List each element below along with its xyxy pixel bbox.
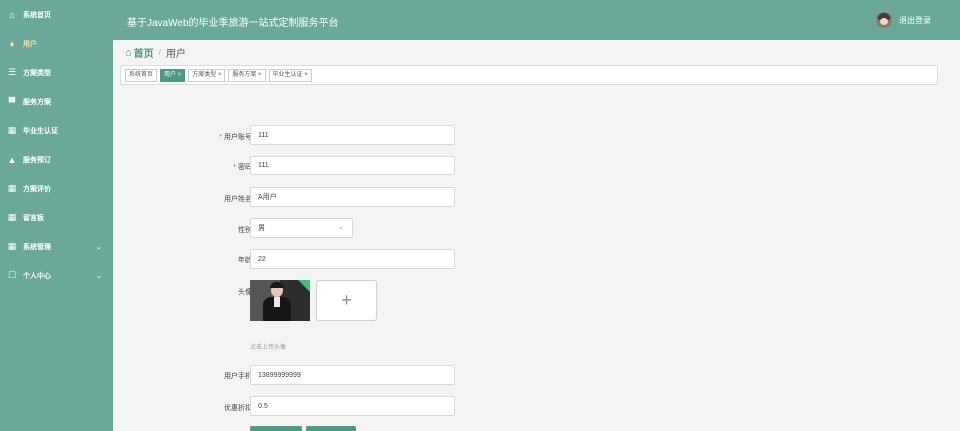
submit-button[interactable] — [250, 426, 302, 431]
phone-input[interactable]: 13899999999 — [250, 365, 455, 385]
sidebar-item-label: 毕业生认证 — [23, 127, 58, 135]
phone-label: 用户手机 — [224, 373, 252, 380]
app-title: 基于JavaWeb的毕业季旅游一站式定制服务平台 — [127, 18, 339, 29]
sidebar-item-label: 系统管理 — [23, 243, 51, 251]
menu-lines-icon: ☰ — [7, 67, 17, 77]
top-bar: 基于JavaWeb的毕业季旅游一站式定制服务平台 退出登录 — [113, 0, 960, 40]
avatar[interactable] — [876, 12, 892, 28]
sidebar: ⌂ 系统首页 ♦ 用户 ☰ 方案类型 ▀ 服务方案 ▦ 毕业生认证 ▲ 服务预订… — [0, 0, 113, 431]
age-input[interactable]: 22 — [250, 249, 455, 269]
gender-label: 性别 — [238, 227, 252, 234]
location-pin-icon: ♦ — [9, 38, 15, 49]
house-icon: ⌂ — [125, 46, 132, 59]
sidebar-item-label: 服务预订 — [23, 156, 51, 164]
account-input[interactable]: 111 — [250, 125, 455, 145]
tags-bar: 系统首页 用户 × 方案类型 × 服务方案 × 毕业生认证 × — [120, 65, 938, 85]
tag-graduate-cert[interactable]: 毕业生认证 × — [268, 68, 312, 82]
sidebar-item-users[interactable]: ♦ 用户 — [0, 29, 113, 58]
password-input[interactable]: 111 — [250, 156, 455, 175]
grid-icon: ▦ — [7, 212, 17, 222]
sidebar-item-label: 留言板 — [23, 214, 44, 222]
sidebar-item-system-management[interactable]: ▦ 系统管理 ⌄ — [0, 232, 113, 261]
plus-icon: + — [341, 290, 352, 310]
sidebar-item-label: 服务方案 — [23, 98, 51, 106]
house-icon: ⌂ — [9, 9, 15, 20]
checkmark-icon — [298, 280, 310, 292]
grid-icon: ▦ — [7, 241, 17, 251]
breadcrumb-home[interactable]: 首页 — [134, 45, 154, 60]
chevron-down-icon: ⌄ — [94, 272, 104, 280]
sidebar-item-plan-types[interactable]: ☰ 方案类型 — [0, 58, 113, 87]
calendar-icon: ☐ — [7, 270, 17, 280]
avatar-photo[interactable] — [250, 280, 310, 321]
sidebar-item-label: 用户 — [23, 40, 37, 48]
breadcrumb: ⌂ 首页 / 用户 — [125, 45, 186, 61]
upload-hint: 点击上传头像 — [250, 345, 287, 351]
sidebar-item-service-booking[interactable]: ▲ 服务预订 — [0, 145, 113, 174]
password-label: * 密码 — [233, 164, 252, 171]
gender-select[interactable]: 男 ⌄ — [250, 218, 353, 238]
name-input[interactable]: A用户 — [250, 187, 455, 207]
avatar-label: 头像 — [238, 289, 252, 296]
sidebar-item-label: 个人中心 — [23, 272, 51, 280]
tag-plan-types[interactable]: 方案类型 × — [188, 68, 226, 82]
discount-label: 优惠折扣 — [224, 405, 252, 412]
discount-input[interactable]: 0.5 — [250, 396, 455, 416]
breadcrumb-current: 用户 — [165, 49, 186, 60]
grid-icon: ▦ — [7, 183, 17, 193]
logout-link[interactable]: 退出登录 — [899, 15, 931, 26]
avatar-upload-button[interactable]: + — [316, 280, 377, 321]
sidebar-item-graduate-cert[interactable]: ▦ 毕业生认证 — [0, 116, 113, 145]
account-label: * 用户账号 — [219, 134, 252, 141]
age-label: 年龄 — [238, 257, 252, 264]
name-label: 用户姓名 — [224, 196, 252, 203]
thumbs-up-icon: ▲ — [7, 154, 17, 165]
chevron-down-icon: ⌄ — [336, 224, 346, 231]
grid-icon: ▦ — [7, 125, 17, 135]
sidebar-item-service-plans[interactable]: ▀ 服务方案 — [0, 87, 113, 116]
sidebar-item-plan-reviews[interactable]: ▦ 方案评价 — [0, 174, 113, 203]
cancel-button[interactable] — [306, 426, 356, 431]
sidebar-item-label: 方案评价 — [23, 185, 51, 193]
gender-value: 男 — [258, 225, 265, 232]
sidebar-item-home[interactable]: ⌂ 系统首页 — [0, 0, 113, 29]
tag-service-plans[interactable]: 服务方案 × — [228, 68, 266, 82]
chevron-down-icon: ⌄ — [94, 243, 104, 251]
sidebar-item-label: 系统首页 — [23, 11, 51, 19]
monitor-icon: ▀ — [8, 96, 16, 107]
tag-home[interactable]: 系统首页 — [125, 68, 158, 82]
sidebar-item-message-board[interactable]: ▦ 留言板 — [0, 203, 113, 232]
breadcrumb-separator: / — [158, 48, 161, 57]
tag-users[interactable]: 用户 × — [160, 68, 186, 82]
sidebar-item-label: 方案类型 — [23, 69, 51, 77]
sidebar-item-personal-center[interactable]: ☐ 个人中心 ⌄ — [0, 261, 113, 290]
